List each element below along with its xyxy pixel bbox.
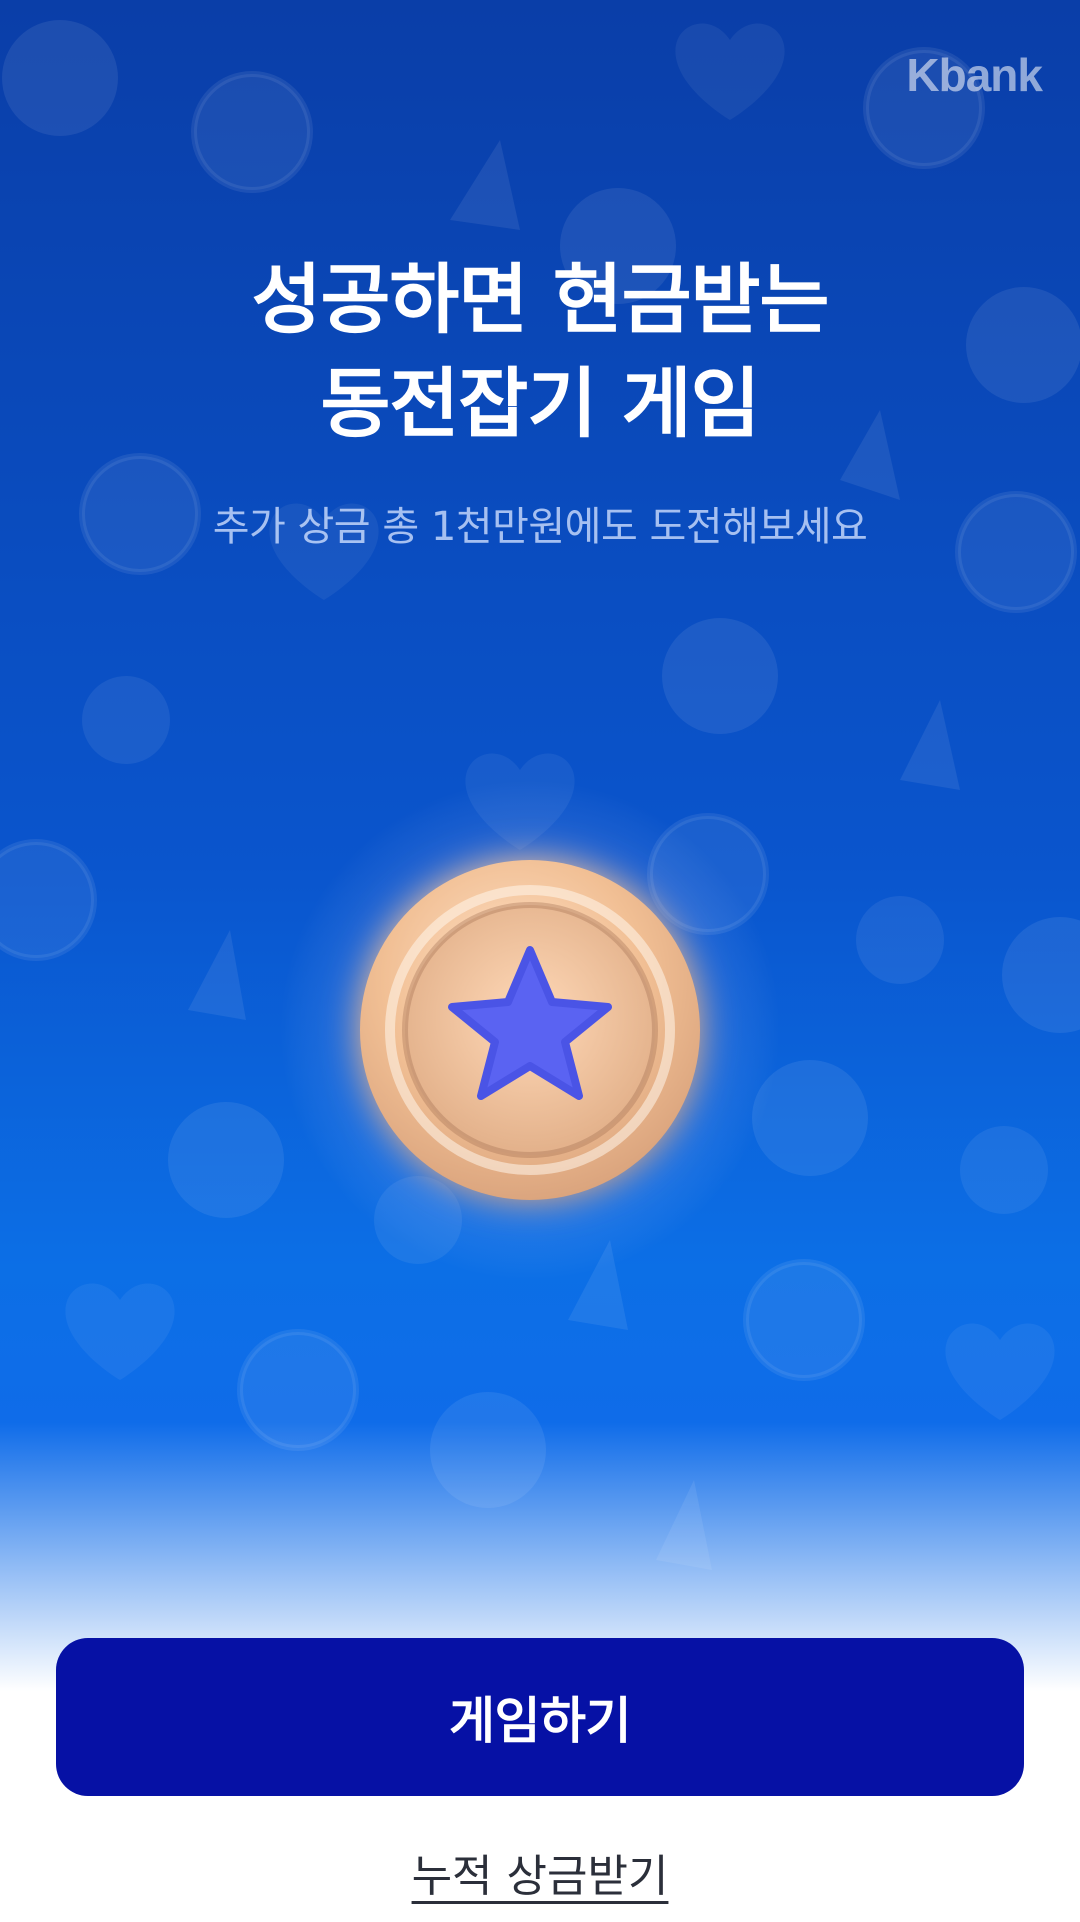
- kbank-logo: Kbank: [906, 49, 1043, 101]
- smiley-icon: [168, 1102, 284, 1218]
- heart-icon: [65, 1283, 175, 1380]
- flower-icon: [856, 896, 944, 984]
- heart-icon: [945, 1323, 1055, 1420]
- coin-outline-icon: [237, 1329, 359, 1451]
- page-subtitle: 추가 상금 총 1천만원에도 도전해보세요: [212, 504, 868, 550]
- party-hat-icon: [656, 1480, 712, 1570]
- coin-outline-icon: [743, 1259, 865, 1381]
- cumulative-prize-link[interactable]: 누적 상금받기: [412, 1851, 669, 1902]
- star-coin-icon: [360, 860, 700, 1200]
- title-line-1: 성공하면 현금받는: [251, 255, 830, 344]
- smiley-icon: [2, 20, 118, 136]
- flower-icon: [960, 1126, 1048, 1214]
- flower-icon: [82, 676, 170, 764]
- cumulative-prize-link-wrap: 누적 상금받기: [0, 1840, 1080, 1904]
- party-hat-icon: [900, 700, 960, 790]
- coin-outline-icon: [0, 839, 97, 961]
- coin-outline-icon: [191, 71, 313, 193]
- smiley-icon: [430, 1392, 546, 1508]
- smiley-icon: [662, 618, 778, 734]
- page-title: 성공하면 현금받는 동전잡기 게임: [0, 248, 1080, 456]
- game-intro-screen: Kbank 성공하면 현금받는 동전잡기 게임 추가 상금 총 1천만원에도 도…: [0, 0, 1080, 1922]
- party-hat-icon: [450, 140, 520, 230]
- smiley-icon: [752, 1060, 868, 1176]
- heart-icon: [675, 23, 785, 121]
- play-game-button[interactable]: 게임하기: [56, 1638, 1024, 1796]
- smiley-icon: [1002, 917, 1080, 1033]
- party-hat-icon: [188, 930, 246, 1020]
- title-line-2: 동전잡기 게임: [320, 359, 761, 448]
